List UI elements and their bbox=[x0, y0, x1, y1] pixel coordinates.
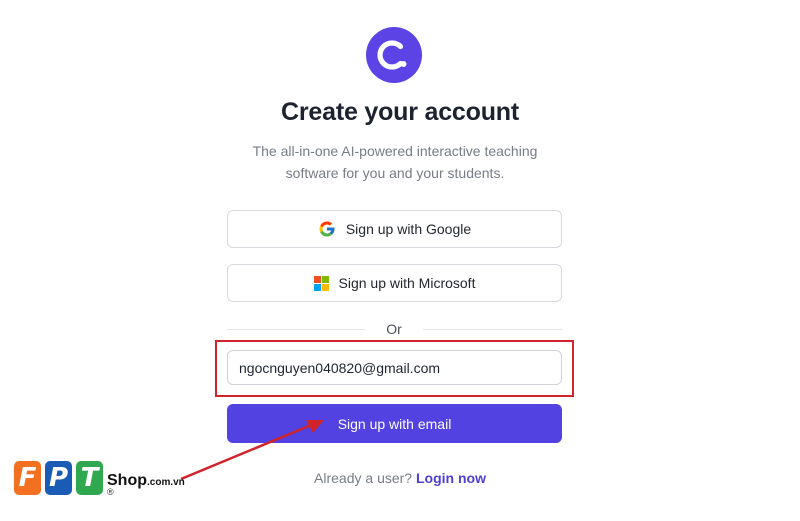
page-subtitle: The all-in-one AI-powered interactive te… bbox=[252, 143, 538, 181]
watermark-shop: Shop bbox=[107, 472, 147, 489]
divider-line-right bbox=[423, 329, 562, 330]
or-divider-label: Or bbox=[386, 321, 402, 337]
google-icon bbox=[319, 221, 335, 237]
logo-c-icon bbox=[377, 40, 407, 70]
microsoft-icon bbox=[313, 275, 329, 291]
watermark-shop-text: Shop.com.vn bbox=[107, 472, 185, 490]
email-highlight-box bbox=[215, 340, 574, 397]
page-title: Create your account bbox=[281, 98, 519, 126]
login-prompt-text: Already a user? bbox=[314, 470, 413, 486]
divider-line-left bbox=[227, 329, 365, 330]
login-link[interactable]: Login now bbox=[416, 470, 486, 486]
microsoft-signup-button[interactable]: Sign up with Microsoft bbox=[227, 264, 562, 302]
email-signup-button[interactable]: Sign up with email bbox=[227, 404, 562, 443]
watermark-letter-t: T bbox=[76, 461, 103, 495]
google-signup-label: Sign up with Google bbox=[345, 221, 472, 237]
app-logo bbox=[366, 27, 422, 83]
watermark-letter-p: P bbox=[45, 461, 72, 495]
watermark-letter-f: F bbox=[14, 461, 41, 495]
google-signup-button[interactable]: Sign up with Google bbox=[227, 210, 562, 248]
microsoft-signup-label: Sign up with Microsoft bbox=[338, 275, 476, 291]
watermark-domain: .com.vn bbox=[147, 477, 185, 488]
